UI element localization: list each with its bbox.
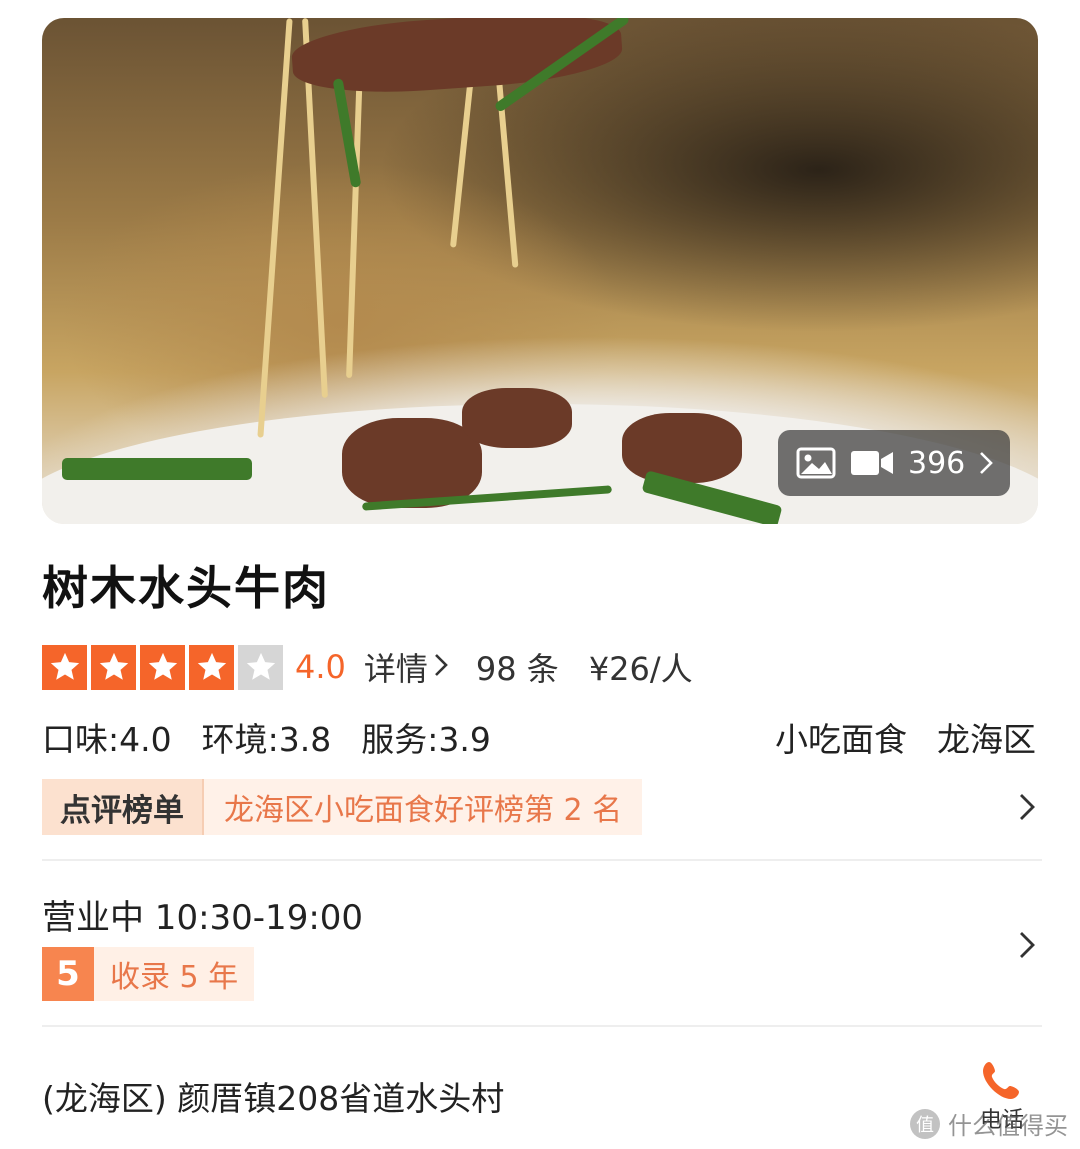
detail-link[interactable]: 详情 — [364, 644, 448, 690]
beef-slice — [462, 388, 572, 448]
environment-score: 环境:3.8 — [201, 720, 332, 759]
review-count[interactable]: 98 条 — [476, 644, 559, 690]
star-icon — [42, 644, 87, 690]
business-hours: 营业中 10:30-19:00 — [42, 898, 364, 938]
detail-label: 详情 — [363, 650, 428, 688]
watermark-badge: 值 — [910, 1108, 940, 1139]
category-label[interactable]: 小吃面食 — [775, 713, 907, 761]
service-score: 服务:3.9 — [361, 720, 491, 759]
district-label[interactable]: 龙海区 — [937, 713, 1036, 761]
ranking-badge: 点评榜单 — [42, 779, 204, 835]
media-gallery-button[interactable]: 396 — [778, 430, 1010, 496]
image-icon — [796, 447, 836, 479]
beef-slice — [622, 413, 742, 483]
watermark: 值 什么值得买 — [910, 1106, 1068, 1141]
video-icon — [850, 448, 894, 478]
celery — [62, 458, 252, 480]
star-icon — [238, 644, 283, 690]
years-number: 5 — [42, 947, 94, 1001]
avg-price: ¥26/人 — [588, 650, 693, 688]
hero-photo[interactable]: 396 — [42, 18, 1038, 524]
rating-score: 4.0 — [295, 648, 346, 686]
star-icon — [140, 644, 185, 690]
ranking-banner[interactable]: 点评榜单 龙海区小吃面食好评榜第 2 名 — [42, 779, 643, 835]
sub-scores-row: 口味:4.0 环境:3.8 服务:3.9 小吃面食 龙海区 — [42, 712, 1036, 762]
rating-row: 4.0 详情 98 条 ¥26/人 — [42, 642, 693, 692]
chevron-right-icon — [434, 648, 448, 686]
ranking-text: 龙海区小吃面食好评榜第 2 名 — [204, 779, 643, 835]
chevron-right-icon — [979, 451, 994, 475]
star-icon — [91, 644, 136, 690]
beef-slice — [342, 418, 482, 508]
taste-score: 口味:4.0 — [42, 720, 172, 759]
star-icon — [189, 644, 234, 690]
listed-years-badge: 5 收录 5 年 — [42, 947, 255, 1001]
divider — [42, 859, 1042, 861]
noodle-strand — [257, 18, 293, 438]
chevron-right-icon[interactable] — [1018, 930, 1036, 964]
star-rating — [42, 644, 283, 690]
divider — [42, 1025, 1042, 1027]
media-count: 396 — [908, 445, 966, 481]
shop-address[interactable]: (龙海区) 颜厝镇208省道水头村 — [42, 1072, 504, 1120]
shop-name: 树木水头牛肉 — [42, 561, 330, 615]
years-label: 收录 5 年 — [94, 947, 255, 1001]
chevron-right-icon[interactable] — [1018, 792, 1036, 826]
watermark-text: 什么值得买 — [948, 1112, 1068, 1140]
